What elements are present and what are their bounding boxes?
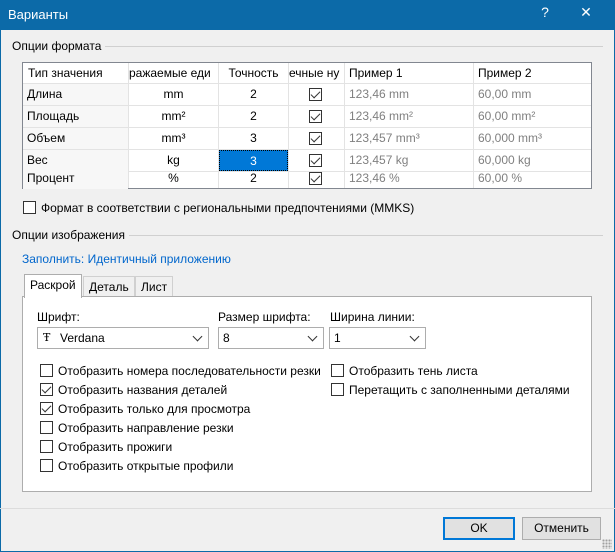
checkmark-icon[interactable]	[309, 110, 322, 123]
font-label: Шрифт:	[37, 310, 80, 324]
title-bar: Варианты ? ✕	[0, 0, 615, 30]
line-width-select[interactable]: 1	[329, 327, 426, 349]
chevron-down-icon	[192, 331, 203, 342]
help-icon[interactable]: ?	[535, 4, 555, 26]
header-precision[interactable]: Точность	[219, 63, 288, 84]
chevron-down-icon	[409, 331, 420, 342]
format-group-title: Опции формата	[12, 39, 106, 53]
checkmark-icon[interactable]	[309, 154, 322, 167]
format-table: Тип значения ражаемые еди Точность ечные…	[22, 62, 592, 189]
row-precision-length[interactable]: 2	[219, 84, 288, 105]
row-precision-area[interactable]: 2	[219, 106, 288, 127]
row-unit-percent[interactable]: %	[129, 168, 218, 189]
checkbox-box[interactable]	[331, 364, 344, 377]
window-title: Варианты	[8, 7, 69, 22]
row-precision-percent[interactable]: 2	[219, 168, 288, 189]
option-label: Отобразить прожиги	[58, 440, 173, 454]
checkmark-icon[interactable]	[40, 402, 53, 415]
checkbox-box[interactable]	[40, 440, 53, 453]
font-icon: Ŧ	[43, 331, 51, 344]
resize-grip-icon[interactable]	[602, 539, 612, 549]
option-label: Отобразить тень листа	[349, 364, 478, 378]
row-ex2-volume: 60,000 mm³	[478, 131, 543, 145]
checkbox-box[interactable]	[40, 459, 53, 472]
row-ex1-percent: 123,46 %	[349, 171, 400, 185]
row-ex2-percent: 60,00 %	[478, 171, 523, 185]
tab-cutting[interactable]: Раскрой	[24, 274, 82, 298]
line-width-label: Ширина линии:	[330, 310, 415, 324]
font-select[interactable]: Ŧ Verdana	[37, 327, 209, 349]
checkbox-box[interactable]	[23, 201, 36, 214]
line-width-value: 1	[334, 331, 341, 345]
header-example-1[interactable]: Пример 1	[349, 63, 473, 84]
option-label: Отобразить номера последовательности рез…	[58, 364, 321, 378]
row-type-area: Площадь	[23, 106, 128, 127]
header-example-2[interactable]: Пример 2	[478, 63, 588, 84]
checkmark-icon[interactable]	[309, 132, 322, 145]
tab-part[interactable]: Деталь	[83, 276, 135, 298]
option-label: Отобразить только для просмотра	[58, 402, 251, 416]
close-icon[interactable]: ✕	[568, 4, 604, 26]
checkmark-icon[interactable]	[40, 383, 53, 396]
option-label: Отобразить названия деталей	[58, 383, 228, 397]
footer-separator	[0, 508, 615, 509]
row-ex2-length: 60,00 mm	[478, 87, 532, 101]
row-unit-length[interactable]: mm	[129, 84, 218, 105]
header-units[interactable]: ражаемые еди	[129, 63, 218, 84]
checkbox-box[interactable]	[40, 421, 53, 434]
font-size-label: Размер шрифта:	[218, 310, 311, 324]
tab-sheet[interactable]: Лист	[135, 276, 174, 298]
header-type[interactable]: Тип значения	[28, 63, 126, 84]
fill-link[interactable]: Заполнить: Идентичный приложению	[22, 252, 231, 266]
font-size-value: 8	[223, 331, 230, 345]
font-value: Verdana	[60, 331, 105, 345]
cancel-button[interactable]: Отменить	[522, 517, 601, 540]
row-unit-volume[interactable]: mm³	[129, 128, 218, 149]
row-ex1-volume: 123,457 mm³	[349, 131, 420, 145]
row-ex1-area: 123,46 mm²	[349, 109, 414, 123]
checkbox-box[interactable]	[40, 364, 53, 377]
checkbox-box[interactable]	[331, 383, 344, 396]
option-label: Отобразить направление резки	[58, 421, 234, 435]
option-label: Отобразить открытые профили	[58, 459, 234, 473]
row-type-percent: Процент	[23, 168, 128, 189]
font-size-select[interactable]: 8	[218, 327, 324, 349]
row-ex1-length: 123,46 mm	[349, 87, 410, 101]
image-group-title: Опции изображения	[12, 228, 129, 242]
row-type-volume: Объем	[23, 128, 128, 149]
header-trailing-zeros[interactable]: ечные ну	[289, 63, 344, 84]
checkmark-icon[interactable]	[309, 172, 322, 185]
ok-button[interactable]: OK	[443, 517, 515, 540]
row-unit-area[interactable]: mm²	[129, 106, 218, 127]
regional-format-label: Формат в соответствии с региональными пр…	[41, 201, 415, 215]
chevron-down-icon	[307, 331, 318, 342]
row-type-length: Длина	[23, 84, 128, 105]
row-ex2-area: 60,00 mm²	[478, 109, 536, 123]
checkmark-icon[interactable]	[309, 88, 322, 101]
row-precision-volume[interactable]: 3	[219, 128, 288, 149]
option-label: Перетащить с заполненными деталями	[349, 383, 570, 397]
